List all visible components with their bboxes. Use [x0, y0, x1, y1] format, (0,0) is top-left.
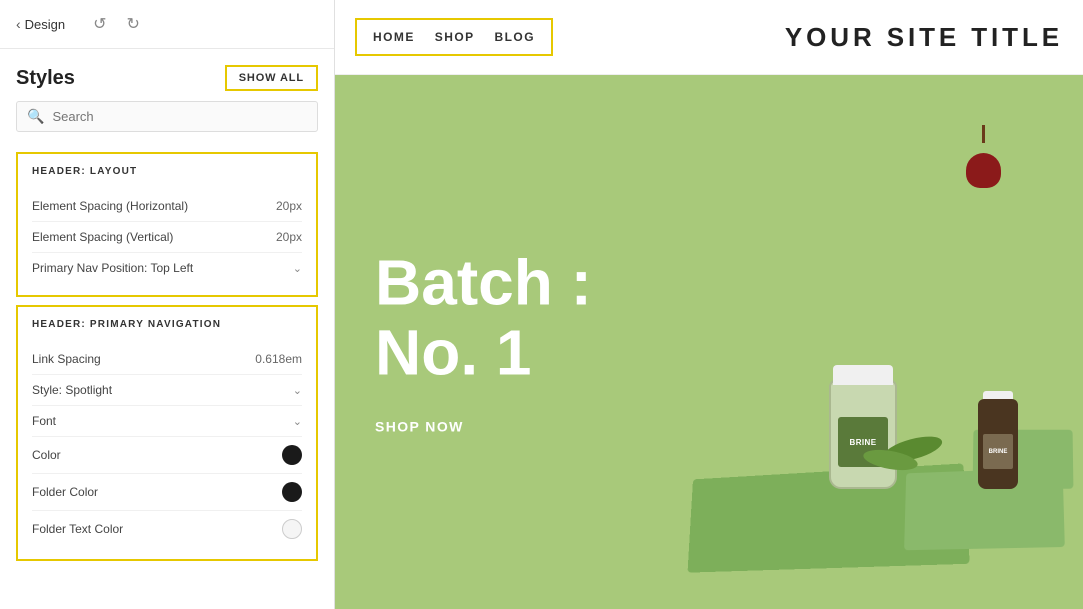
redo-button[interactable]: ↻ — [123, 12, 144, 36]
prop-label-folder-color: Folder Color — [32, 485, 98, 499]
hero-headline-line1: Batch : — [375, 248, 592, 318]
search-bar: 🔍 — [16, 101, 318, 132]
property-row-color[interactable]: Color — [32, 437, 302, 474]
header-layout-section: HEADER: LAYOUT Element Spacing (Horizont… — [16, 152, 318, 297]
font-dropdown-icon: ⌄ — [293, 415, 302, 428]
prop-label-folder-text-color: Folder Text Color — [32, 522, 123, 536]
undo-button[interactable]: ↺ — [89, 12, 110, 36]
bottle-label: BRINE — [983, 434, 1013, 469]
prop-value-nav-pos: ⌄ — [293, 262, 302, 275]
scrollable-content: HEADER: LAYOUT Element Spacing (Horizont… — [0, 144, 334, 609]
back-arrow-icon: ‹ — [16, 16, 21, 32]
back-button[interactable]: ‹ Design — [16, 16, 65, 32]
folder-text-color-swatch — [282, 519, 302, 539]
prop-value-color — [282, 445, 302, 465]
prop-value-link-spacing: 0.618em — [255, 352, 302, 366]
prop-value-h-spacing: 20px — [276, 199, 302, 213]
color-swatch — [282, 445, 302, 465]
beet-vegetable — [963, 125, 1003, 175]
hero-headline-line2: No. 1 — [375, 318, 592, 388]
styles-header: Styles SHOW ALL — [0, 49, 334, 101]
property-row-v-spacing: Element Spacing (Vertical) 20px — [32, 222, 302, 253]
hero-headline: Batch : No. 1 — [375, 248, 592, 389]
bottle-product: BRINE — [973, 379, 1023, 489]
style-dropdown-icon: ⌄ — [293, 384, 302, 397]
jar-body: BRINE — [829, 379, 897, 489]
property-row-folder-color[interactable]: Folder Color — [32, 474, 302, 511]
property-row-link-spacing: Link Spacing 0.618em — [32, 344, 302, 375]
prop-value-font: ⌄ — [293, 415, 302, 428]
site-header: HOME SHOP BLOG YOUR SITE TITLE — [335, 0, 1083, 75]
prop-value-folder-text-color — [282, 519, 302, 539]
shop-now-button[interactable]: Shop Now — [375, 418, 464, 434]
prop-label-v-spacing: Element Spacing (Vertical) — [32, 230, 173, 244]
header-primary-nav-title: HEADER: PRIMARY NAVIGATION — [32, 319, 302, 330]
search-icon: 🔍 — [27, 108, 44, 125]
nav-pos-dropdown-icon: ⌄ — [293, 262, 302, 275]
prop-value-style: ⌄ — [293, 384, 302, 397]
property-row-h-spacing: Element Spacing (Horizontal) 20px — [32, 191, 302, 222]
property-row-folder-text-color[interactable]: Folder Text Color — [32, 511, 302, 547]
bottle-body: BRINE — [978, 399, 1018, 489]
property-row-font[interactable]: Font ⌄ — [32, 406, 302, 437]
prop-label-link-spacing: Link Spacing — [32, 352, 101, 366]
prop-label-h-spacing: Element Spacing (Horizontal) — [32, 199, 188, 213]
prop-value-folder-color — [282, 482, 302, 502]
beet-body — [966, 153, 1001, 188]
prop-label-color: Color — [32, 448, 61, 462]
styles-title: Styles — [16, 67, 75, 90]
search-input[interactable] — [52, 109, 307, 124]
nav-item-blog[interactable]: BLOG — [495, 30, 535, 44]
header-layout-title: HEADER: LAYOUT — [32, 166, 302, 177]
hero-section: Batch : No. 1 Shop Now BRINE — [335, 75, 1083, 609]
undo-redo-group: ↺ ↻ — [89, 12, 144, 36]
right-panel: HOME SHOP BLOG YOUR SITE TITLE Batch : N… — [335, 0, 1083, 609]
left-panel: ‹ Design ↺ ↻ Styles SHOW ALL 🔍 HEADER: L… — [0, 0, 335, 609]
nav-item-home[interactable]: HOME — [373, 30, 415, 44]
prop-label-nav-pos: Primary Nav Position: Top Left — [32, 261, 193, 275]
nav-box: HOME SHOP BLOG — [355, 18, 553, 56]
hero-content: Batch : No. 1 Shop Now — [375, 248, 592, 437]
prop-value-v-spacing: 20px — [276, 230, 302, 244]
jar-lid — [833, 365, 893, 385]
hero-products: BRINE BRINE — [597, 75, 1083, 609]
site-title: YOUR SITE TITLE — [785, 22, 1063, 53]
back-label: Design — [25, 17, 65, 32]
property-row-nav-pos[interactable]: Primary Nav Position: Top Left ⌄ — [32, 253, 302, 283]
header-primary-nav-section: HEADER: PRIMARY NAVIGATION Link Spacing … — [16, 305, 318, 561]
folder-color-swatch — [282, 482, 302, 502]
beet-stem — [982, 125, 985, 143]
prop-label-font: Font — [32, 414, 56, 428]
jar-product: BRINE — [823, 359, 903, 489]
nav-item-shop[interactable]: SHOP — [435, 30, 475, 44]
property-row-style[interactable]: Style: Spotlight ⌄ — [32, 375, 302, 406]
show-all-button[interactable]: SHOW ALL — [225, 65, 318, 91]
top-bar: ‹ Design ↺ ↻ — [0, 0, 334, 49]
prop-label-style: Style: Spotlight — [32, 383, 112, 397]
